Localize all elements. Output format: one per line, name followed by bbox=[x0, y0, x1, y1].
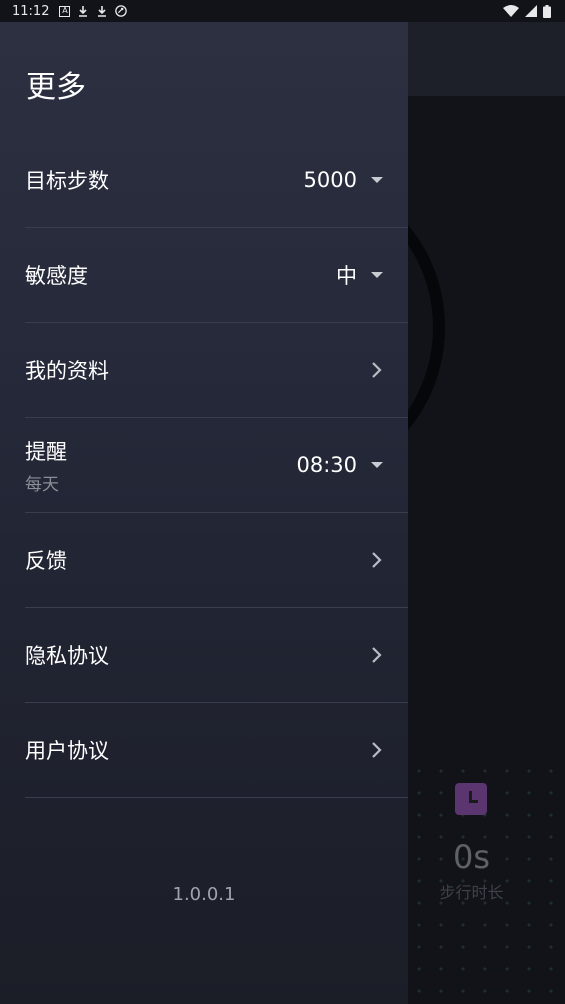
menu-item-sensitivity[interactable]: 敏感度 中 bbox=[25, 228, 408, 323]
download-icon bbox=[79, 6, 88, 17]
menu-item-target-steps[interactable]: 目标步数 5000 bbox=[25, 133, 408, 228]
vpn-icon bbox=[115, 5, 128, 17]
status-right-icons bbox=[503, 4, 551, 18]
item-right-area bbox=[371, 608, 383, 702]
status-time: 11:12 bbox=[12, 3, 50, 19]
menu-item-my-profile[interactable]: 我的资料 bbox=[25, 323, 408, 418]
navigation-drawer: 更多 目标步数 5000 敏感度 中 我的资料 提醒 每天 08:30 反馈 隐… bbox=[0, 22, 408, 1004]
dropdown-arrow-icon bbox=[371, 177, 383, 183]
menu-item-label: 反馈 bbox=[25, 549, 67, 573]
menu-item-privacy-policy[interactable]: 隐私协议 bbox=[25, 608, 408, 703]
battery-icon bbox=[543, 4, 551, 18]
a-notification-icon: A bbox=[59, 5, 71, 17]
menu-item-label: 目标步数 bbox=[25, 169, 109, 193]
dropdown-arrow-icon bbox=[371, 272, 383, 278]
status-left-icons: A bbox=[59, 5, 128, 17]
signal-icon bbox=[525, 5, 537, 17]
settings-menu: 目标步数 5000 敏感度 中 我的资料 提醒 每天 08:30 反馈 隐私协议… bbox=[0, 133, 408, 798]
sensitivity-dropdown[interactable]: 中 bbox=[336, 228, 383, 322]
menu-item-feedback[interactable]: 反馈 bbox=[25, 513, 408, 608]
sensitivity-value: 中 bbox=[336, 264, 357, 288]
target-steps-dropdown[interactable]: 5000 bbox=[304, 133, 383, 227]
chevron-right-icon bbox=[371, 646, 383, 664]
menu-item-user-agreement[interactable]: 用户协议 bbox=[25, 703, 408, 798]
menu-item-label: 提醒 bbox=[25, 439, 67, 464]
chevron-right-icon bbox=[371, 551, 383, 569]
chevron-right-icon bbox=[371, 361, 383, 379]
app-version: 1.0.0.1 bbox=[172, 884, 236, 905]
drawer-title: 更多 bbox=[26, 70, 86, 105]
walk-duration-value: 0s bbox=[452, 838, 491, 876]
reminder-time-value: 08:30 bbox=[296, 453, 357, 477]
menu-item-label: 我的资料 bbox=[25, 359, 109, 383]
reminder-texts: 提醒 每天 bbox=[25, 436, 67, 495]
walk-duration-label: 步行时长 bbox=[439, 883, 504, 902]
item-right-area bbox=[371, 323, 383, 417]
dropdown-arrow-icon bbox=[371, 462, 383, 468]
item-right-area bbox=[371, 703, 383, 797]
menu-item-label: 敏感度 bbox=[25, 264, 88, 288]
wifi-icon bbox=[503, 5, 519, 17]
clock-icon bbox=[455, 783, 487, 815]
chevron-right-icon bbox=[371, 741, 383, 759]
menu-item-label: 用户协议 bbox=[25, 739, 109, 763]
menu-item-reminder[interactable]: 提醒 每天 08:30 bbox=[25, 418, 408, 513]
reminder-time-dropdown[interactable]: 08:30 bbox=[296, 418, 383, 512]
status-bar: 11:12 A bbox=[0, 0, 565, 22]
reminder-frequency: 每天 bbox=[25, 474, 59, 495]
menu-item-label: 隐私协议 bbox=[25, 644, 109, 668]
item-right-area bbox=[371, 513, 383, 607]
download-icon bbox=[98, 6, 107, 17]
target-steps-value: 5000 bbox=[303, 168, 357, 192]
